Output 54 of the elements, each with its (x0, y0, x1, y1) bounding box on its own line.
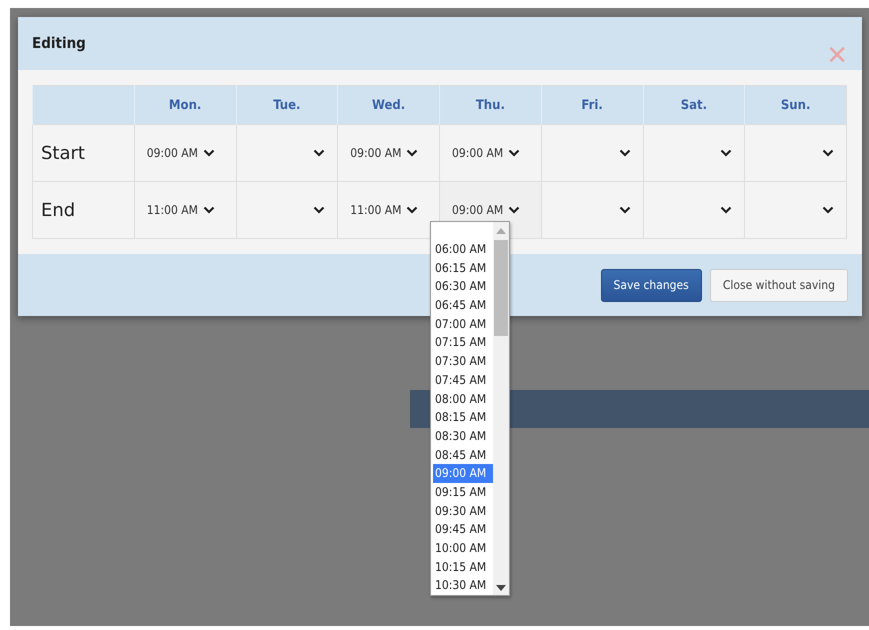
scroll-down-icon[interactable] (496, 585, 506, 592)
dropdown-option[interactable]: 08:30 AM (433, 426, 493, 446)
dropdown-option[interactable]: 10:15 AM (433, 558, 493, 576)
time-select[interactable]: 09:00 AM (134, 125, 236, 181)
chevron-down-icon (202, 206, 215, 214)
dropdown-option[interactable]: 10:00 AM (433, 539, 493, 558)
chevron-down-icon (202, 149, 215, 157)
chevron-down-icon (618, 206, 630, 214)
chevron-down-icon (822, 149, 834, 157)
row-label: End (40, 200, 76, 220)
scrollbar-thumb[interactable] (494, 240, 508, 336)
chevron-down-icon (508, 149, 520, 157)
dialog-title: Editing (32, 34, 86, 52)
dropdown-option[interactable]: 06:15 AM (433, 258, 493, 278)
time-select[interactable]: 09:00 AM (338, 125, 439, 181)
day-header: Sun. (744, 86, 846, 124)
dropdown-option[interactable]: 09:15 AM (433, 482, 493, 502)
time-select[interactable]: 11:00 AM (134, 182, 236, 238)
scroll-up-icon[interactable] (496, 228, 506, 234)
day-header: Thu. (440, 86, 542, 124)
time-select[interactable]: 09:00 AM (440, 125, 541, 181)
day-header: Mon. (134, 86, 236, 124)
time-select[interactable]: 11:00 AM (338, 182, 439, 238)
dropdown-option[interactable]: 09:00 AM (433, 464, 493, 483)
day-header: Sat. (643, 86, 745, 124)
chevron-down-icon (406, 206, 418, 214)
chevron-down-icon (822, 206, 834, 214)
dropdown-option[interactable]: 08:45 AM (433, 446, 493, 464)
scrollbar[interactable] (493, 222, 509, 596)
dropdown-option[interactable]: 06:30 AM (433, 277, 493, 296)
chevron-down-icon (618, 149, 630, 157)
chevron-down-icon (720, 149, 732, 157)
dropdown-option[interactable]: 07:30 AM (433, 352, 493, 371)
dropdown-option[interactable]: 06:45 AM (433, 296, 493, 315)
day-header: Fri. (541, 86, 643, 124)
dropdown-option[interactable]: 09:45 AM (433, 520, 493, 539)
dropdown-option[interactable]: 07:15 AM (433, 333, 493, 352)
close-button[interactable]: Close without saving (710, 268, 848, 302)
dropdown-option[interactable]: 09:30 AM (433, 502, 493, 520)
dropdown-option[interactable]: 08:00 AM (433, 390, 493, 408)
dropdown-option[interactable]: 07:00 AM (433, 314, 493, 334)
dropdown-option[interactable]: 07:45 AM (433, 370, 493, 390)
day-header: Tue. (236, 86, 338, 124)
chevron-down-icon (508, 206, 520, 214)
save-button[interactable]: Save changes (600, 268, 702, 302)
chevron-down-icon (720, 206, 732, 214)
chevron-down-icon (313, 149, 326, 157)
dropdown-option[interactable]: 08:15 AM (433, 408, 493, 427)
row-label: Start (40, 142, 85, 164)
day-header: Wed. (338, 86, 440, 124)
chevron-down-icon (406, 149, 418, 157)
chevron-down-icon (313, 206, 326, 214)
dropdown-option[interactable]: 10:30 AM (433, 576, 493, 596)
dropdown-option[interactable]: 06:00 AM (433, 240, 493, 259)
